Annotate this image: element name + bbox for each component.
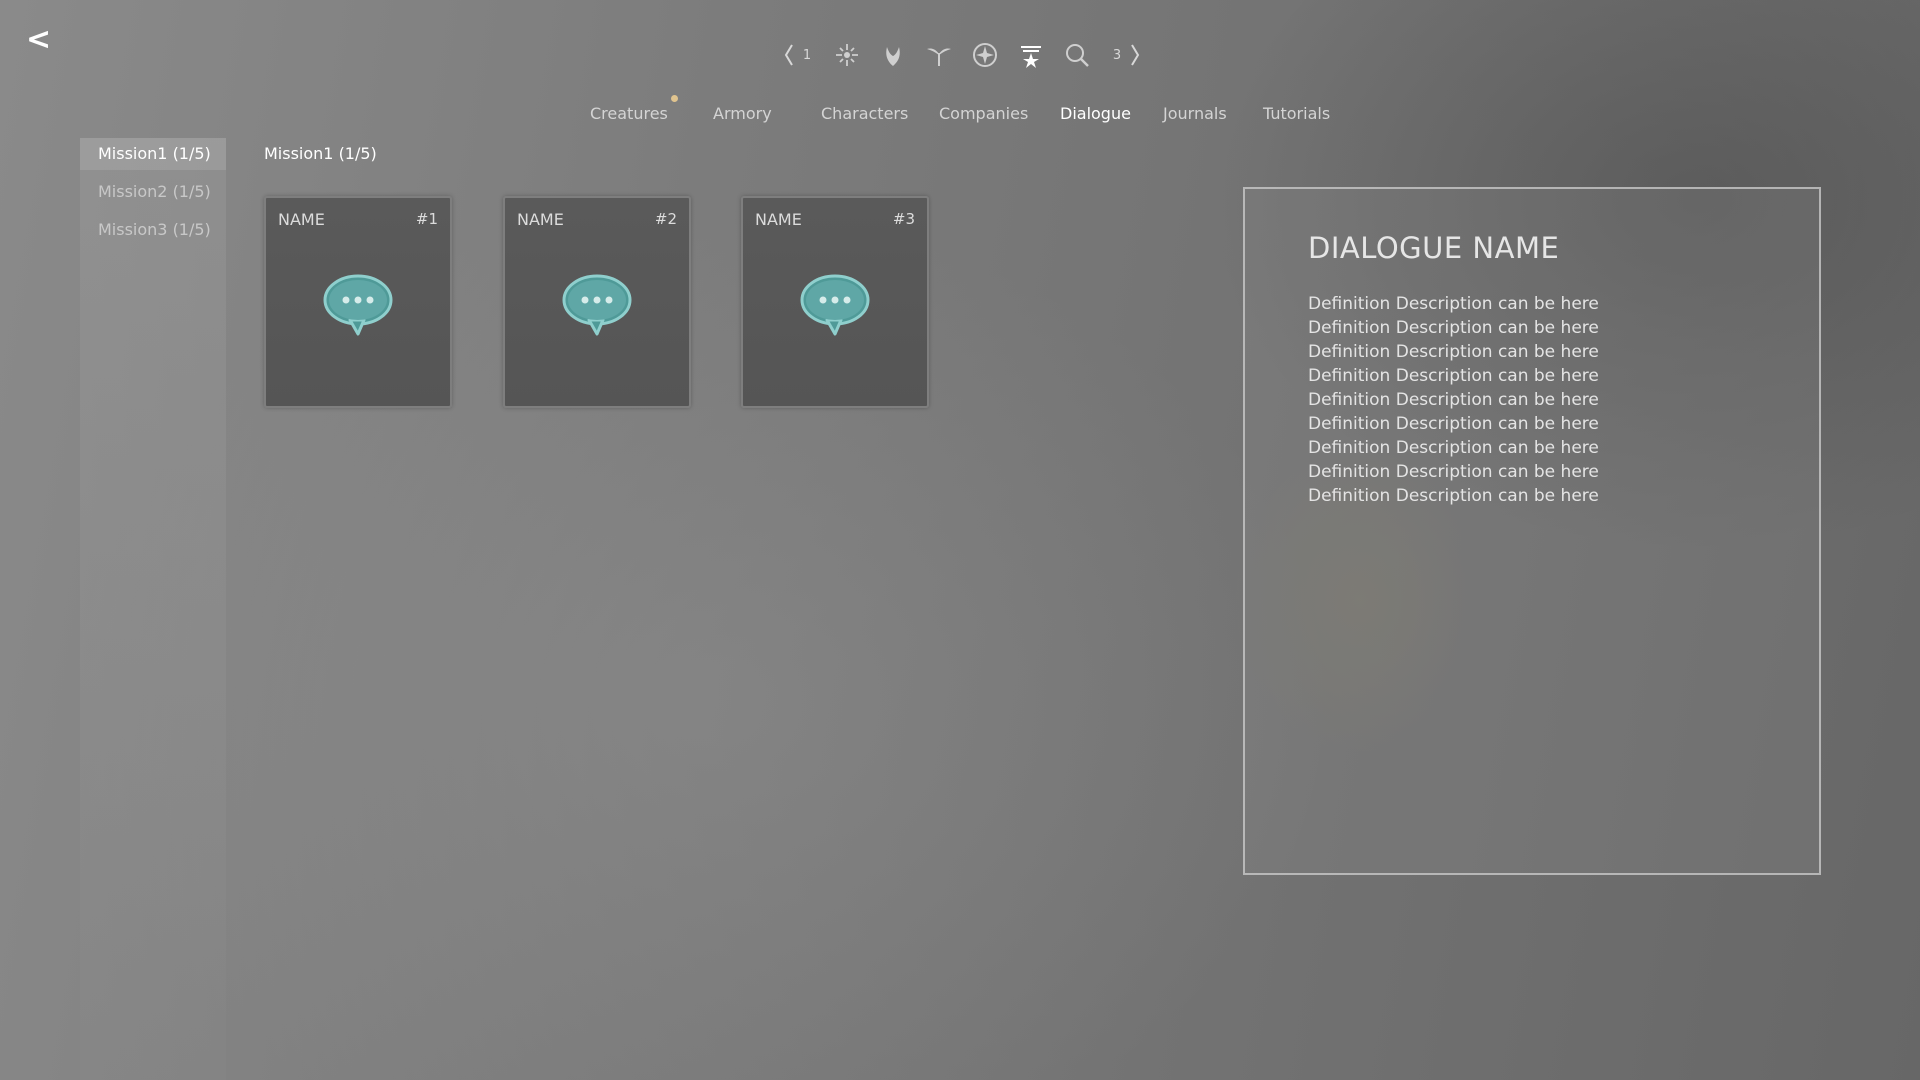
dialogue-card-1[interactable]: NAME #1 bbox=[264, 196, 452, 408]
description-line: Definition Description can be here bbox=[1308, 366, 1599, 386]
tab-armory[interactable]: Armory bbox=[713, 104, 772, 123]
mission-sidebar: Mission1 (1/5) Mission2 (1/5) Mission3 (… bbox=[80, 138, 226, 1080]
section-title: Mission1 (1/5) bbox=[264, 144, 377, 163]
next-hotkey-hint: 3 bbox=[1112, 47, 1122, 63]
tab-companies[interactable]: Companies bbox=[939, 104, 1028, 123]
description-line: Definition Description can be here bbox=[1308, 294, 1599, 314]
category-icon-bar: 1 3 bbox=[782, 38, 1142, 72]
card-name: NAME bbox=[517, 210, 564, 229]
tab-creatures[interactable]: Creatures bbox=[590, 104, 668, 123]
tab-characters[interactable]: Characters bbox=[821, 104, 908, 123]
detail-description: Definition Description can be here Defin… bbox=[1308, 292, 1788, 508]
dialogue-card-2[interactable]: NAME #2 bbox=[503, 196, 691, 408]
card-number: #3 bbox=[892, 210, 915, 228]
right-bracket-icon[interactable] bbox=[1128, 38, 1142, 72]
dialogue-detail-panel: DIALOGUE NAME Definition Description can… bbox=[1243, 187, 1821, 875]
tab-dialogue[interactable]: Dialogue bbox=[1060, 104, 1131, 123]
card-number: #2 bbox=[654, 210, 677, 228]
description-line: Definition Description can be here bbox=[1308, 462, 1599, 482]
card-number: #1 bbox=[415, 210, 438, 228]
prev-hotkey-hint: 1 bbox=[802, 47, 812, 63]
description-line: Definition Description can be here bbox=[1308, 390, 1599, 410]
detail-title: DIALOGUE NAME bbox=[1308, 231, 1560, 265]
sparkle-icon[interactable] bbox=[830, 38, 864, 72]
magnifier-icon[interactable] bbox=[1060, 38, 1094, 72]
description-line: Definition Description can be here bbox=[1308, 318, 1599, 338]
star-banner-icon[interactable] bbox=[1014, 38, 1048, 72]
description-line: Definition Description can be here bbox=[1308, 486, 1599, 506]
back-button[interactable]: < bbox=[26, 20, 56, 60]
speech-bubble-icon bbox=[323, 274, 393, 336]
dialogue-card-3[interactable]: NAME #3 bbox=[741, 196, 929, 408]
tab-journals[interactable]: Journals bbox=[1163, 104, 1227, 123]
description-line: Definition Description can be here bbox=[1308, 342, 1599, 362]
tab-tutorials[interactable]: Tutorials bbox=[1263, 104, 1330, 123]
compass-icon[interactable] bbox=[968, 38, 1002, 72]
description-line: Definition Description can be here bbox=[1308, 438, 1599, 458]
category-tabs: Creatures Armory Characters Companies Di… bbox=[0, 95, 1920, 128]
speech-bubble-icon bbox=[800, 274, 870, 336]
card-name: NAME bbox=[755, 210, 802, 229]
notification-dot bbox=[671, 95, 678, 102]
claw-icon[interactable] bbox=[876, 38, 910, 72]
left-bracket-icon[interactable] bbox=[782, 38, 796, 72]
sprout-icon[interactable] bbox=[922, 38, 956, 72]
sidebar-item-mission2[interactable]: Mission2 (1/5) bbox=[80, 176, 226, 208]
speech-bubble-icon bbox=[562, 274, 632, 336]
description-line: Definition Description can be here bbox=[1308, 414, 1599, 434]
card-name: NAME bbox=[278, 210, 325, 229]
sidebar-item-mission3[interactable]: Mission3 (1/5) bbox=[80, 214, 226, 246]
sidebar-item-mission1[interactable]: Mission1 (1/5) bbox=[80, 138, 226, 170]
